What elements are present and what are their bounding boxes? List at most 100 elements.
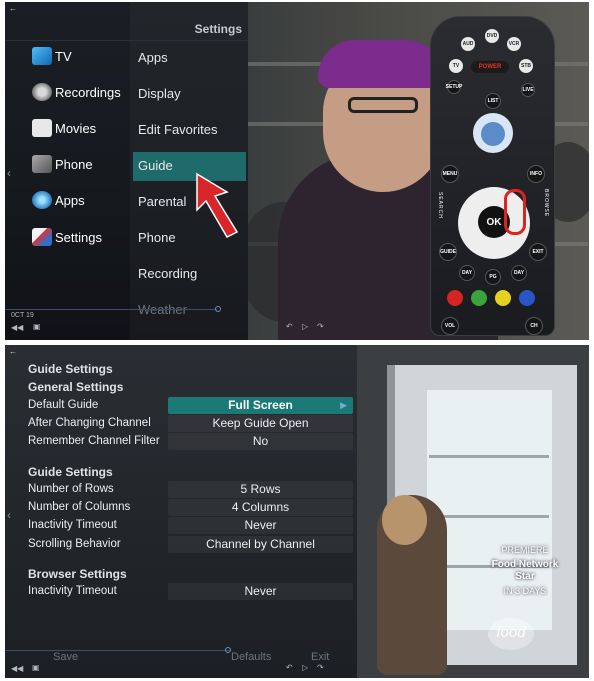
glasses <box>348 97 418 113</box>
menu-item-movies[interactable]: Movies <box>55 118 96 138</box>
setting-label-after-changing-channel: After Changing Channel <box>28 417 151 429</box>
setting-label-remember-channel-filter: Remember Channel Filter <box>28 435 160 447</box>
remote-search-label: SEARCH <box>437 192 443 219</box>
divider <box>5 40 248 41</box>
prev-icon[interactable]: ↶ <box>286 663 293 672</box>
remote-control: AUD DVD VCR TV POWER STB SETUP LIVE LIST… <box>430 16 555 336</box>
bandana <box>318 40 443 88</box>
tv-icon <box>32 47 52 65</box>
background-video <box>357 345 589 678</box>
setting-value-default-guide[interactable]: Full Screen ▶ <box>168 397 353 414</box>
remote-stb-button[interactable]: STB <box>519 59 533 73</box>
play-icon[interactable]: ▷ <box>302 322 308 331</box>
remote-pg-button[interactable]: PG <box>485 269 501 285</box>
phone-icon <box>32 155 52 173</box>
remote-play-button[interactable] <box>481 122 505 146</box>
remote-setup-button[interactable]: SETUP <box>446 80 462 94</box>
vod-movies-icon <box>32 119 52 137</box>
section-header-guide: Guide Settings <box>28 465 113 479</box>
next-icon[interactable]: ↷ <box>317 663 324 672</box>
rewind-icon[interactable]: ◀◀ <box>11 664 23 673</box>
progress-dot[interactable] <box>215 306 221 312</box>
rewind-icon[interactable]: ◀◀ <box>11 323 23 332</box>
remote-aud-button[interactable]: AUD <box>461 37 475 51</box>
channel-logo: food <box>488 618 534 650</box>
remote-right-highlight <box>504 189 526 235</box>
menu-item-settings[interactable]: Settings <box>55 227 102 247</box>
section-header-browser: Browser Settings <box>28 567 127 581</box>
caption-icon[interactable]: ▣ <box>33 322 41 331</box>
remote-live-button[interactable]: LIVE <box>521 83 535 97</box>
remote-guide-button[interactable]: GUIDE <box>439 243 457 261</box>
remote-red-button[interactable] <box>447 290 463 306</box>
remote-exit-button[interactable]: EXIT <box>529 243 547 261</box>
page-title: Guide Settings <box>28 362 113 376</box>
promo-show-name-2: Star <box>515 571 535 582</box>
fridge-shelf <box>429 455 549 458</box>
remote-day-back-button[interactable]: DAY <box>459 265 475 281</box>
person-head <box>382 495 427 545</box>
next-icon[interactable]: ↷ <box>317 322 324 331</box>
chevron-left-icon[interactable]: ‹ <box>7 166 11 180</box>
menu-item-apps[interactable]: Apps <box>55 190 85 210</box>
remote-vol-button[interactable]: VOL <box>441 317 459 335</box>
apps-icon <box>32 191 52 209</box>
remote-yellow-button[interactable] <box>495 290 511 306</box>
prev-icon[interactable]: ↶ <box>286 322 293 331</box>
back-icon[interactable]: ← <box>9 4 17 13</box>
caption-icon[interactable]: ▣ <box>32 663 40 672</box>
submenu-edit-favorites[interactable]: Edit Favorites <box>138 122 217 137</box>
setting-value-number-of-columns[interactable]: 4 Columns <box>168 499 353 516</box>
setting-value-number-of-rows[interactable]: 5 Rows <box>168 481 353 498</box>
section-header-general: General Settings <box>28 380 124 394</box>
setting-value-after-changing-channel[interactable]: Keep Guide Open <box>168 415 353 432</box>
remote-tv-button[interactable]: TV <box>449 59 463 73</box>
remote-list-button[interactable]: LIST <box>485 93 501 109</box>
submenu-guide[interactable]: Guide <box>138 158 173 173</box>
submenu-display[interactable]: Display <box>138 86 181 101</box>
remote-info-button[interactable]: INFO <box>527 165 545 183</box>
submenu-phone[interactable]: Phone <box>138 230 176 245</box>
submenu-apps[interactable]: Apps <box>138 50 168 65</box>
remote-menu-button[interactable]: MENU <box>441 165 459 183</box>
submenu-recording[interactable]: Recording <box>138 266 197 281</box>
fridge-shelf <box>429 515 549 518</box>
save-button[interactable]: Save <box>53 651 78 663</box>
remote-blue-button[interactable] <box>519 290 535 306</box>
progress-line <box>5 309 217 310</box>
menu-item-tv[interactable]: TV <box>55 46 72 66</box>
setting-value-browser-inactivity-timeout[interactable]: Never <box>168 583 353 600</box>
submenu-parental[interactable]: Parental <box>138 194 186 209</box>
remote-dvd-button[interactable]: DVD <box>485 29 499 43</box>
remote-green-button[interactable] <box>471 290 487 306</box>
exit-button[interactable]: Exit <box>311 651 329 663</box>
setting-label-inactivity-timeout: Inactivity Timeout <box>28 519 117 531</box>
status-date: 0CT 19 <box>11 312 34 319</box>
setting-value-scrolling-behavior[interactable]: Channel by Channel <box>168 536 353 553</box>
remote-vcr-button[interactable]: VCR <box>507 37 521 51</box>
chevron-right-icon: ▶ <box>340 400 347 410</box>
setting-value-text: Full Screen <box>228 398 293 412</box>
promo-premiere: PREMIERE <box>501 545 549 555</box>
setting-label-browser-inactivity-timeout: Inactivity Timeout <box>28 585 117 597</box>
defaults-button[interactable]: Defaults <box>231 651 271 663</box>
setting-label-number-of-rows: Number of Rows <box>28 483 114 495</box>
page-title: Settings <box>194 22 242 36</box>
setting-value-inactivity-timeout[interactable]: Never <box>168 517 353 534</box>
setting-label-number-of-columns: Number of Columns <box>28 501 131 513</box>
remote-power-button[interactable]: POWER <box>471 61 509 73</box>
remote-ch-button[interactable]: CH <box>525 317 543 335</box>
red-pointer-arrow-icon <box>196 172 239 238</box>
promo-airdate: IN 3 DAYS <box>503 586 547 596</box>
menu-item-recordings[interactable]: Recordings <box>55 82 121 102</box>
progress-line <box>5 650 230 651</box>
back-icon[interactable]: ← <box>9 347 17 356</box>
remote-day-forward-button[interactable]: DAY <box>511 265 527 281</box>
setting-value-remember-channel-filter[interactable]: No <box>168 433 353 450</box>
menu-item-phone[interactable]: Phone <box>55 154 93 174</box>
setting-label-scrolling-behavior: Scrolling Behavior <box>28 538 121 550</box>
remote-browse-label: BROWSE <box>543 189 549 218</box>
chevron-left-icon[interactable]: ‹ <box>7 508 11 522</box>
play-icon[interactable]: ▷ <box>302 663 308 672</box>
promo-show-name: Food Network <box>491 559 559 570</box>
